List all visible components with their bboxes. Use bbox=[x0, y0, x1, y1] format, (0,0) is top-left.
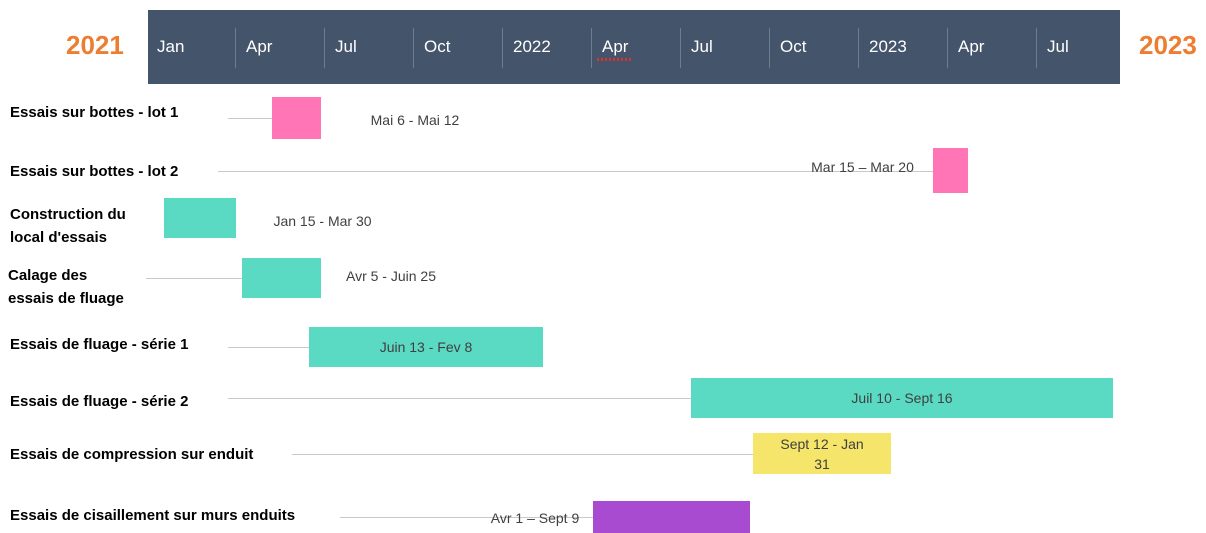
task-connector-line bbox=[292, 454, 753, 455]
axis-tick-label: Oct bbox=[780, 37, 807, 56]
task-label: Construction du local d'essais bbox=[10, 206, 126, 246]
task-label: Essais de cisaillement sur murs enduits bbox=[10, 507, 296, 524]
task-bar bbox=[933, 148, 968, 193]
axis-tick-separator bbox=[1036, 28, 1037, 68]
task-bar bbox=[593, 501, 750, 533]
task-date-label: Mar 15 – Mar 20 bbox=[811, 159, 914, 175]
axis-tick-separator bbox=[413, 28, 414, 68]
gantt-chart: 2021 2023 Jan Apr Jul Oct 2022 Apr Jul Oct 2023 A… bbox=[0, 0, 1206, 533]
axis-tick-separator bbox=[502, 28, 503, 68]
task-date-label: Mai 6 - Mai 12 bbox=[370, 112, 460, 128]
task-connector-line bbox=[228, 347, 309, 348]
axis-tick-label: Jan bbox=[157, 37, 185, 56]
spellcheck-underline bbox=[597, 58, 631, 61]
task-bar bbox=[272, 97, 321, 139]
task-connector-line bbox=[146, 278, 242, 279]
task-bar bbox=[242, 258, 321, 298]
axis-tick-label: Apr bbox=[246, 37, 273, 56]
task-connector-line bbox=[228, 398, 691, 399]
task-label: Essais sur bottes - lot 1 bbox=[10, 104, 179, 121]
task-label: Essais de fluage - série 1 bbox=[10, 336, 189, 353]
axis-tick-label: Jul bbox=[691, 37, 713, 56]
task-date-label: Avr 1 – Sept 9 bbox=[490, 510, 580, 526]
task-connector-line bbox=[228, 118, 272, 119]
task-date-label: Avr 5 - Juin 25 bbox=[345, 268, 436, 284]
task-date-label: Juin 13 - Fev 8 bbox=[379, 339, 473, 355]
axis-tick-separator bbox=[324, 28, 325, 68]
axis-tick-separator bbox=[858, 28, 859, 68]
axis-tick-label: Apr bbox=[958, 37, 985, 56]
task-date-label: Sept 12 - Jan 31 bbox=[780, 436, 864, 472]
start-year-label: 2021 bbox=[66, 30, 124, 60]
axis-tick-separator bbox=[591, 28, 592, 68]
axis-tick-separator bbox=[769, 28, 770, 68]
axis-tick-label: 2022 bbox=[513, 37, 551, 56]
task-label: Essais de compression sur enduit bbox=[10, 446, 254, 463]
end-year-label: 2023 bbox=[1139, 30, 1197, 60]
task-label: Essais de fluage - série 2 bbox=[10, 393, 189, 410]
axis-tick-label: 2023 bbox=[869, 37, 907, 56]
axis-tick-label: Oct bbox=[424, 37, 451, 56]
axis-tick-separator bbox=[947, 28, 948, 68]
axis-tick-label: Apr bbox=[602, 37, 629, 56]
task-label: Calage des essais de fluage bbox=[8, 267, 124, 307]
task-bar bbox=[164, 198, 236, 238]
task-date-label: Jan 15 - Mar 30 bbox=[273, 213, 372, 229]
axis-tick-label: Jul bbox=[1047, 37, 1069, 56]
axis-tick-separator bbox=[680, 28, 681, 68]
task-label: Essais sur bottes - lot 2 bbox=[10, 163, 179, 180]
task-date-label: Juil 10 - Sept 16 bbox=[851, 390, 953, 406]
axis-tick-separator bbox=[235, 28, 236, 68]
axis-tick-label: Jul bbox=[335, 37, 357, 56]
